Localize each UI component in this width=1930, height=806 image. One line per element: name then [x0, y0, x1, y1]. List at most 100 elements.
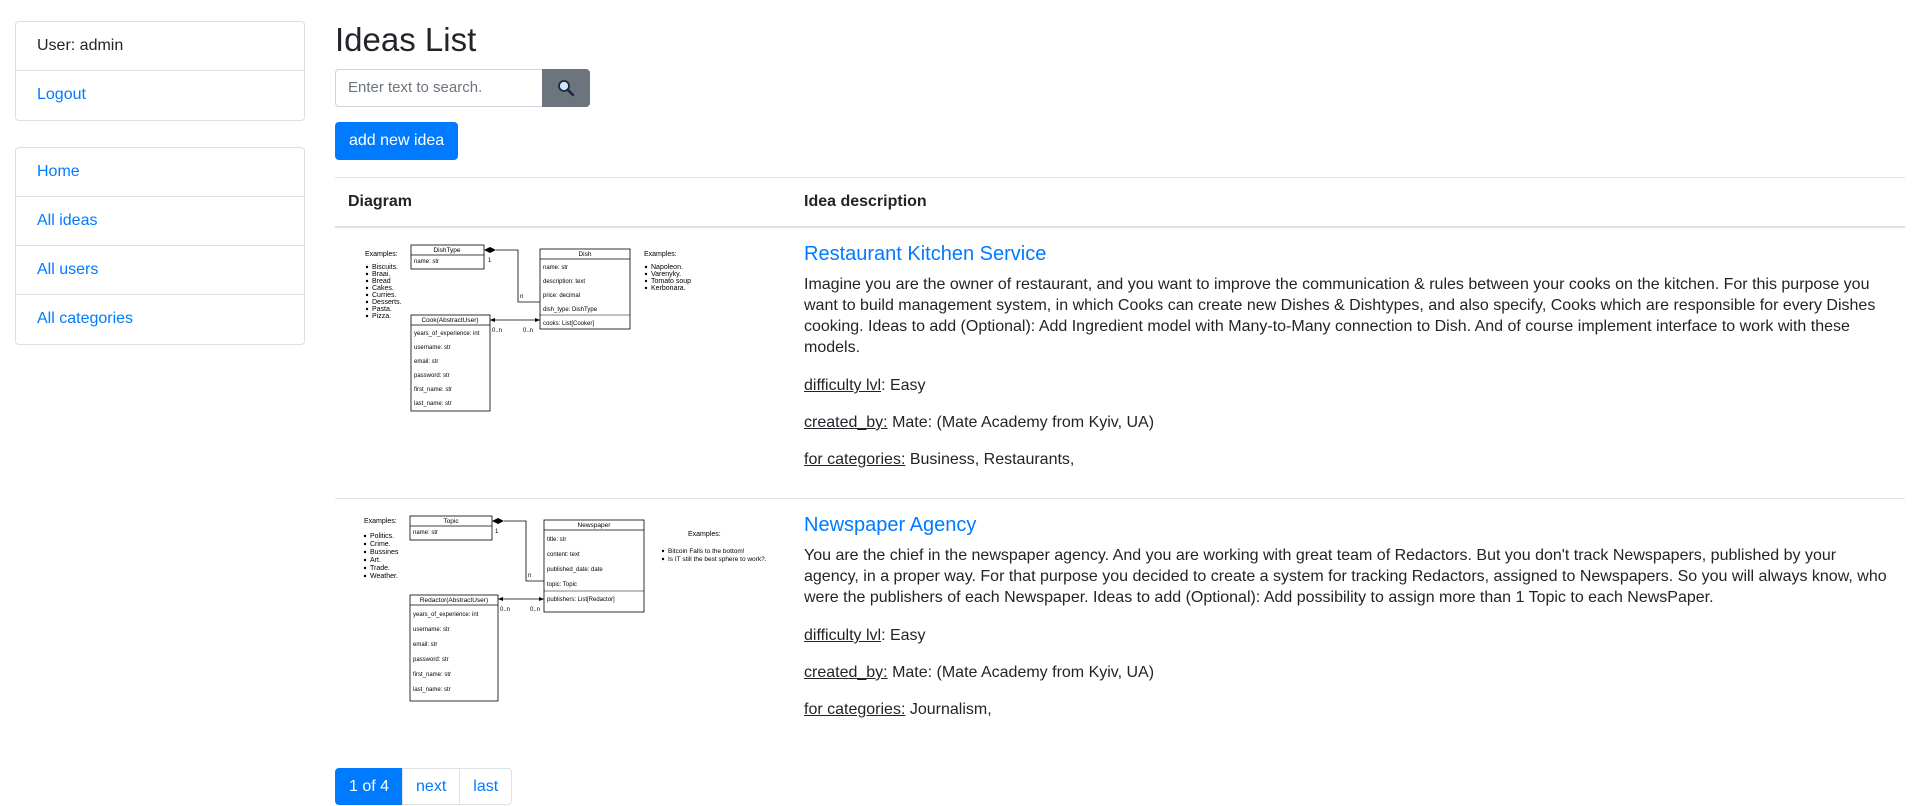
sidebar: User: admin Logout Home All ideas All us… — [15, 21, 305, 371]
svg-text:Politics.: Politics. — [370, 533, 394, 540]
svg-text:Pizza.: Pizza. — [372, 313, 391, 320]
search-button[interactable] — [542, 68, 590, 107]
categories-value: Journalism, — [909, 701, 992, 718]
svg-text:Topic: Topic — [443, 518, 459, 525]
svg-text:Bread: Bread — [372, 278, 391, 285]
svg-text:Curries.: Curries. — [372, 292, 397, 299]
svg-text:password: str: password: str — [414, 373, 450, 379]
created-by-value: Mate: (Mate Academy from Kyiv, UA) — [892, 414, 1155, 431]
svg-text:email: str: email: str — [413, 642, 437, 648]
svg-text:content: text: content: text — [547, 552, 580, 558]
nav-home[interactable]: Home — [37, 163, 80, 180]
categories-row: for categories: Business, Restaurants, — [804, 449, 1892, 470]
svg-text:Biscuits.: Biscuits. — [372, 264, 398, 271]
column-header-diagram: Diagram — [335, 177, 791, 228]
logout-link[interactable]: Logout — [37, 86, 86, 103]
svg-text:last_name: str: last_name: str — [414, 401, 452, 407]
svg-text:Desserts.: Desserts. — [372, 299, 402, 306]
svg-text:Examples:: Examples: — [364, 518, 397, 525]
nav-all-users[interactable]: All users — [37, 261, 98, 278]
svg-text:n: n — [520, 294, 523, 300]
svg-text:Examples:: Examples: — [688, 531, 721, 538]
svg-text:0..n: 0..n — [523, 328, 533, 334]
user-panel: User: admin Logout — [15, 21, 305, 121]
svg-text:username: str: username: str — [413, 627, 450, 633]
svg-text:cooks: List[Cooker]: cooks: List[Cooker] — [543, 321, 594, 327]
svg-text:email: str: email: str — [414, 359, 438, 365]
categories-label: for categories: — [804, 701, 906, 718]
categories-row: for categories: Journalism, — [804, 699, 1892, 720]
pagination: 1 of 4 next last — [335, 768, 1905, 805]
svg-text:Varenyky.: Varenyky. — [651, 271, 681, 278]
svg-text:Newspaper: Newspaper — [578, 522, 612, 529]
idea-title-link[interactable]: Newspaper Agency — [804, 513, 1892, 537]
svg-text:Examples:: Examples: — [644, 251, 677, 258]
user-label: User: admin — [16, 22, 304, 71]
table-row: Examples: Biscuits. Braai. Bread Cakes. … — [335, 227, 1905, 499]
main-content: Ideas List add new idea Diagram Idea des… — [335, 0, 1905, 805]
svg-text:topic: Topic: topic: Topic — [547, 582, 577, 588]
nav-all-categories[interactable]: All categories — [37, 310, 133, 327]
svg-text:Tomato soup: Tomato soup — [651, 278, 691, 285]
page-next-link[interactable]: next — [402, 768, 461, 805]
page-current[interactable]: 1 of 4 — [335, 768, 404, 805]
svg-text:Cakes.: Cakes. — [372, 285, 394, 292]
difficulty-value: Easy — [889, 627, 926, 644]
svg-text:description: text: description: text — [543, 279, 585, 285]
svg-text:Weather.: Weather. — [370, 573, 398, 580]
svg-text:Is IT still the best sphere to: Is IT still the best sphere to work?. — [668, 556, 767, 563]
svg-text:Redactor(AbstractUser): Redactor(AbstractUser) — [420, 597, 488, 604]
page-last-link[interactable]: last — [459, 768, 513, 805]
difficulty-row: difficulty lvl: Easy — [804, 377, 926, 394]
svg-text:Crime.: Crime. — [370, 541, 391, 548]
difficulty-row: difficulty lvl: Easy — [804, 627, 926, 644]
idea-title-link[interactable]: Restaurant Kitchen Service — [804, 242, 1892, 266]
svg-text:Bussines: Bussines — [370, 549, 399, 556]
svg-text:Kerbonara.: Kerbonara. — [651, 285, 686, 292]
svg-text:title: str: title: str — [547, 537, 566, 543]
created-by-label: created_by: — [804, 664, 888, 681]
column-header-description: Idea description — [791, 177, 1905, 228]
svg-text:0..n: 0..n — [492, 328, 502, 334]
search-form — [335, 68, 1905, 107]
svg-text:0..n: 0..n — [530, 607, 540, 613]
svg-text:Braai.: Braai. — [372, 271, 390, 278]
diagram-cell: Examples: Biscuits. Braai. Bread Cakes. … — [335, 227, 791, 499]
svg-text:username: str: username: str — [414, 345, 451, 351]
difficulty-label: difficulty lvl — [804, 377, 882, 394]
table-row: Examples: Politics. Crime. Bussines Art.… — [335, 498, 1905, 748]
svg-text:name: str: name: str — [413, 530, 438, 536]
uml-diagram-image[interactable]: Examples: Biscuits. Braai. Bread Cakes. … — [348, 240, 778, 425]
examples-title: Examples: — [365, 251, 398, 258]
svg-text:DishType: DishType — [433, 247, 460, 254]
description-cell: Restaurant Kitchen Service Imagine you a… — [791, 227, 1905, 499]
svg-text:Art.: Art. — [370, 557, 381, 564]
svg-text:Pasta.: Pasta. — [372, 306, 392, 313]
svg-text:Bitcoin Falls to the bottom!: Bitcoin Falls to the bottom! — [668, 548, 745, 555]
svg-text:name: str: name: str — [543, 265, 568, 271]
svg-text:years_of_experience: int: years_of_experience: int — [413, 612, 479, 618]
svg-text:first_name: str: first_name: str — [413, 672, 451, 678]
svg-text:Napoleon.: Napoleon. — [651, 264, 683, 271]
svg-text:years_of_experience: int: years_of_experience: int — [414, 331, 480, 337]
svg-text:first_name: str: first_name: str — [414, 387, 452, 393]
idea-description: You are the chief in the newspaper agenc… — [804, 547, 1887, 606]
page-title: Ideas List — [335, 21, 477, 58]
svg-text:publishers: List[Redactor]: publishers: List[Redactor] — [547, 597, 615, 603]
nav-menu: Home All ideas All users All categories — [15, 147, 305, 345]
svg-text:Dish: Dish — [578, 251, 591, 258]
categories-label: for categories: — [804, 451, 906, 468]
idea-description: Imagine you are the owner of restaurant,… — [804, 276, 1876, 356]
search-input[interactable] — [335, 68, 542, 107]
uml-diagram-image[interactable]: Examples: Politics. Crime. Bussines Art.… — [348, 511, 778, 711]
description-cell: Newspaper Agency You are the chief in th… — [791, 498, 1905, 748]
search-icon — [558, 79, 575, 96]
created-by-row: created_by: Mate: (Mate Academy from Kyi… — [804, 412, 1892, 433]
add-new-idea-button[interactable]: add new idea — [335, 122, 459, 160]
svg-text:0..n: 0..n — [500, 607, 510, 613]
ideas-table: Diagram Idea description Examples: Biscu… — [335, 177, 1905, 748]
nav-all-ideas[interactable]: All ideas — [37, 212, 97, 229]
svg-text:dish_type: DishType: dish_type: DishType — [543, 307, 598, 313]
svg-text:Cook(AbstractUser): Cook(AbstractUser) — [421, 317, 478, 324]
difficulty-label: difficulty lvl — [804, 627, 882, 644]
